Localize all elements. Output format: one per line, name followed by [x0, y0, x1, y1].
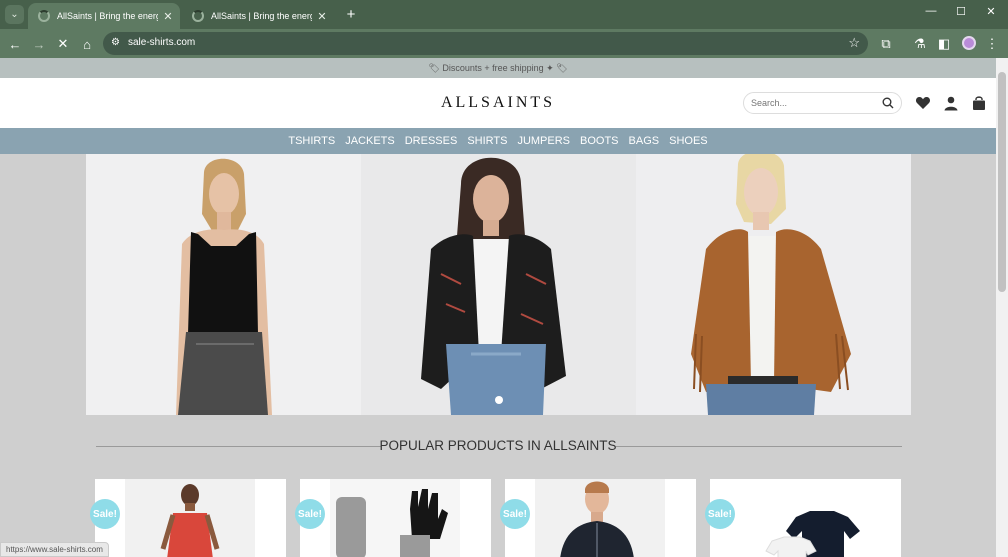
url-text: sale-shirts.com	[128, 37, 196, 48]
labs-flask-icon[interactable]: ⚗	[911, 35, 929, 53]
browser-toolbar: ← → ✕ ⌂ ⚙ sale-shirts.com ☆ ⧉ ⚗ ◧ ⋮	[0, 29, 1008, 58]
sale-badge: Sale!	[705, 499, 735, 529]
close-tab-icon[interactable]: ✕	[162, 10, 174, 23]
hero-model-leather-jacket	[361, 154, 636, 415]
side-panel-icon[interactable]: ◧	[935, 35, 953, 53]
new-tab-button[interactable]: +	[343, 6, 359, 23]
nav-item-tshirts[interactable]: TSHIRTS	[288, 135, 335, 147]
browser-tab-active[interactable]: AllSaints | Bring the energy to ✕	[28, 3, 180, 29]
menu-kebab-icon[interactable]: ⋮	[983, 35, 1001, 53]
product-image-red-dress	[125, 479, 255, 557]
sale-badge: Sale!	[295, 499, 325, 529]
window-close-icon[interactable]: ✕	[981, 5, 1001, 18]
hero-carousel[interactable]	[86, 154, 911, 415]
extensions-icon[interactable]: ⧉	[877, 35, 895, 53]
search-box	[743, 92, 902, 114]
nav-item-bags[interactable]: BAGS	[629, 135, 660, 147]
nav-item-jumpers[interactable]: JUMPERS	[517, 135, 570, 147]
tab-title: AllSaints | Bring the energy to	[211, 11, 312, 21]
product-card[interactable]	[505, 479, 696, 557]
stop-loading-icon[interactable]: ✕	[54, 35, 72, 53]
link-status-bar: https://www.sale-shirts.com	[0, 542, 109, 557]
loading-spinner-icon	[38, 10, 50, 22]
search-input[interactable]	[751, 96, 871, 110]
hero-model-suede-jacket	[636, 154, 911, 415]
web-page: 🏷 Discounts + free shipping ✦ 🏷 ALLSAINT…	[0, 58, 996, 557]
nav-item-shoes[interactable]: SHOES	[669, 135, 708, 147]
close-tab-icon[interactable]: ✕	[316, 10, 328, 23]
account-user-icon[interactable]	[943, 95, 959, 111]
nav-item-boots[interactable]: BOOTS	[580, 135, 619, 147]
site-info-icon[interactable]: ⚙	[111, 37, 120, 48]
forward-arrow-icon[interactable]: →	[30, 35, 48, 53]
minimize-icon[interactable]: —	[921, 5, 941, 17]
product-image-gloves-and-scarf	[330, 479, 460, 557]
product-image-man-black-jumper	[535, 479, 665, 557]
category-nav: TSHIRTS JACKETS DRESSES SHIRTS JUMPERS B…	[0, 128, 996, 154]
browser-tab[interactable]: AllSaints | Bring the energy to ✕	[182, 3, 334, 29]
site-header: ALLSAINTS	[0, 78, 996, 128]
nav-item-dresses[interactable]: DRESSES	[405, 135, 458, 147]
browser-tab-bar: ⌄ AllSaints | Bring the energy to ✕ AllS…	[0, 0, 1008, 29]
bookmark-star-icon[interactable]: ☆	[848, 35, 860, 51]
loading-spinner-icon	[192, 10, 204, 22]
address-bar[interactable]: ⚙ sale-shirts.com ☆	[103, 32, 868, 55]
tab-search-icon[interactable]: ⌄	[5, 5, 24, 24]
carousel-dot[interactable]	[495, 396, 503, 404]
sale-badge: Sale!	[90, 499, 120, 529]
section-title: POPULAR PRODUCTS IN ALLSAINTS	[379, 438, 617, 453]
page-scrollbar[interactable]	[996, 58, 1008, 557]
back-arrow-icon[interactable]: ←	[6, 35, 24, 53]
tab-title: AllSaints | Bring the energy to	[57, 11, 158, 21]
product-card[interactable]	[710, 479, 901, 557]
wishlist-heart-icon[interactable]	[915, 95, 931, 111]
sale-badge: Sale!	[500, 499, 530, 529]
nav-item-jackets[interactable]: JACKETS	[345, 135, 395, 147]
product-image-tshirts	[740, 479, 870, 557]
announcement-bar: 🏷 Discounts + free shipping ✦ 🏷	[0, 58, 996, 78]
product-card[interactable]	[95, 479, 286, 557]
hero-model-black-top	[86, 154, 361, 415]
profile-avatar[interactable]	[962, 36, 976, 50]
search-icon[interactable]	[882, 97, 894, 109]
maximize-icon[interactable]: ☐	[951, 5, 971, 18]
scrollbar-thumb[interactable]	[998, 72, 1006, 292]
home-icon[interactable]: ⌂	[78, 35, 96, 53]
shopping-bag-icon[interactable]	[971, 95, 987, 111]
product-card[interactable]	[300, 479, 491, 557]
nav-item-shirts[interactable]: SHIRTS	[467, 135, 507, 147]
